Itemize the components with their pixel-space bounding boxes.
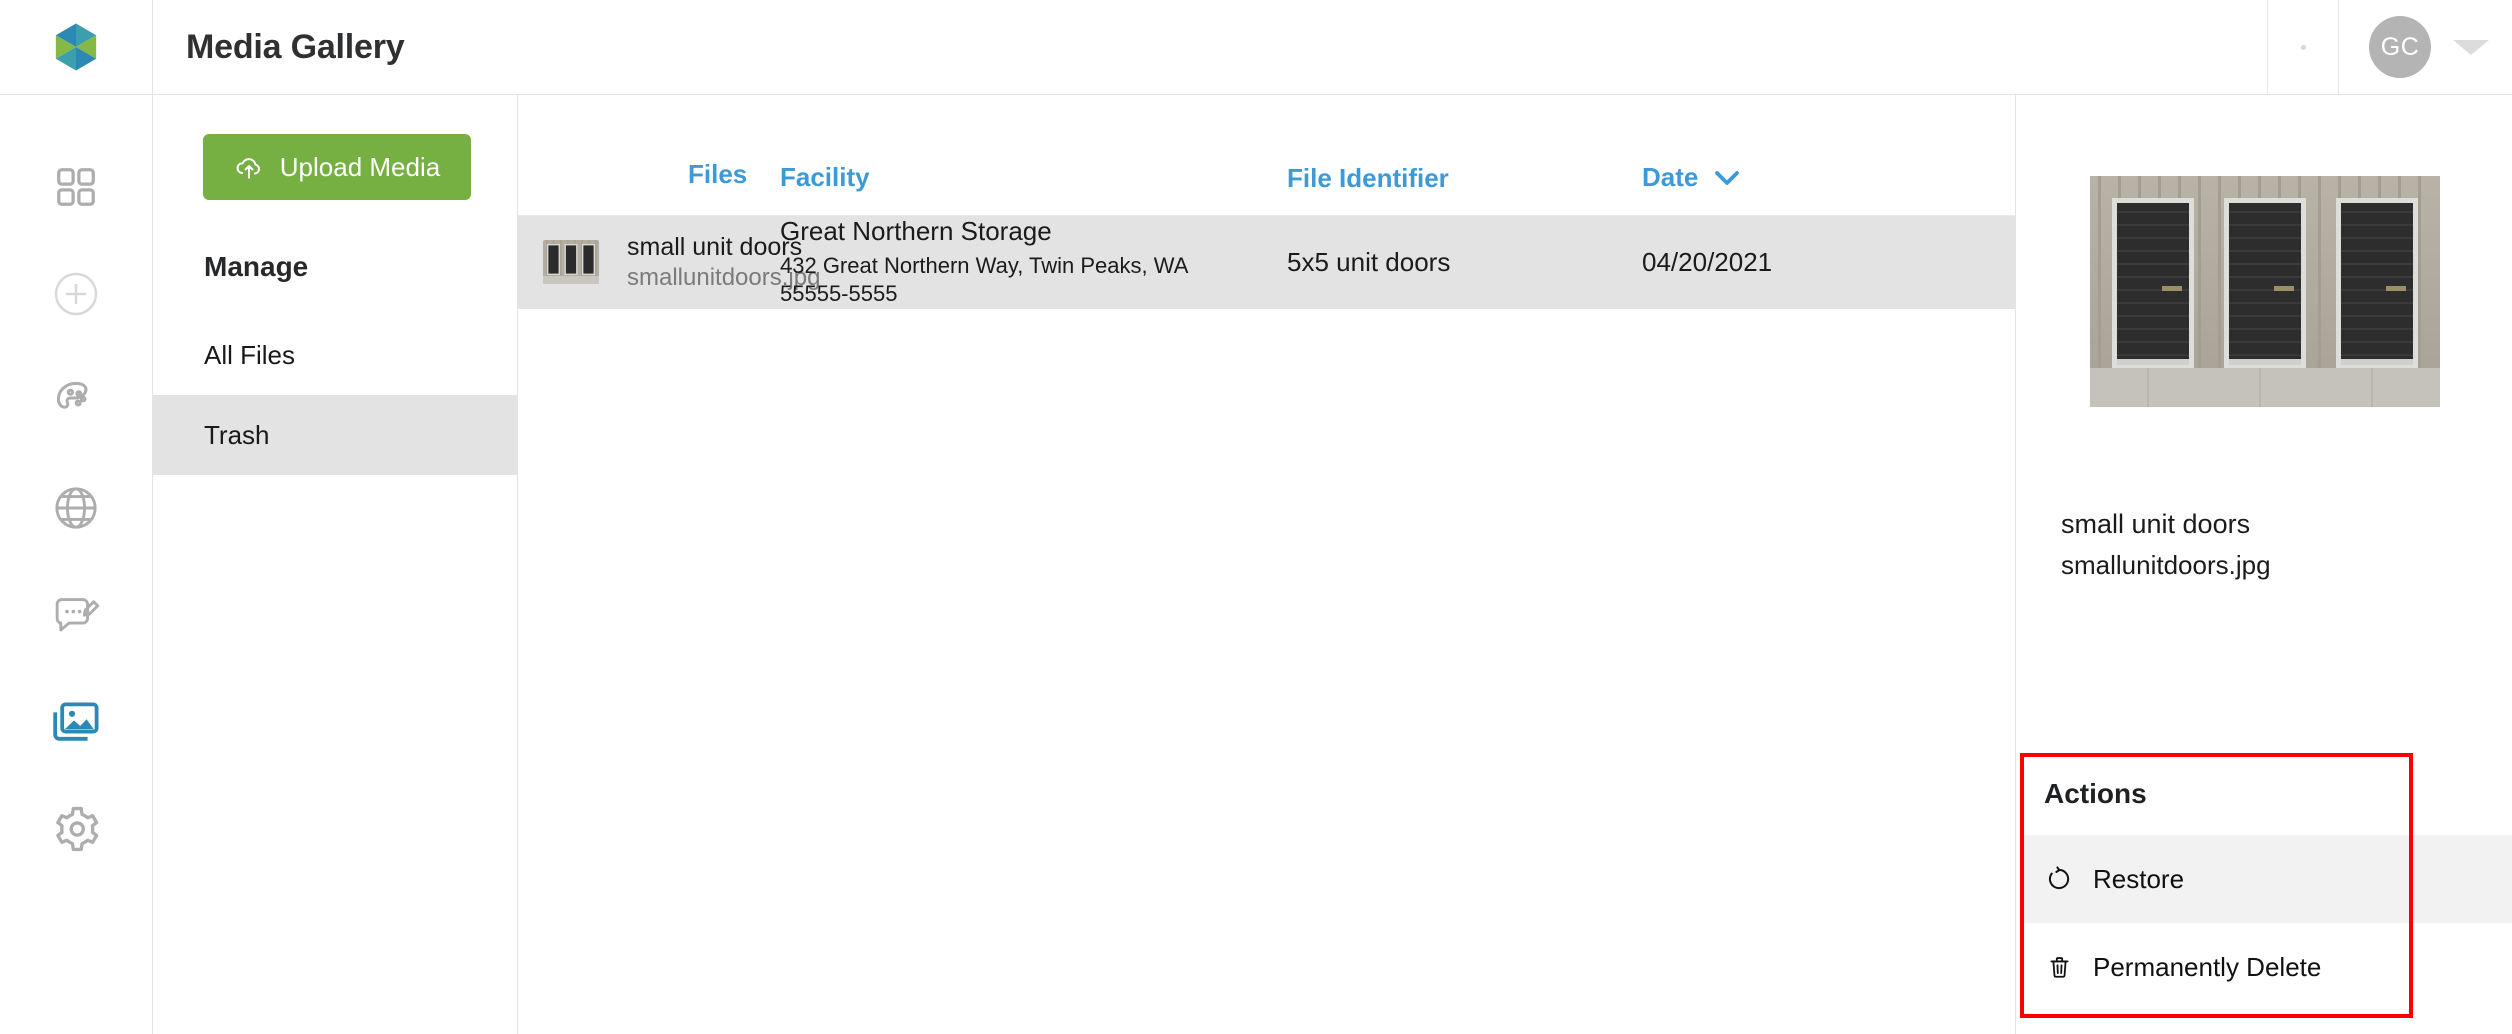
permanently-delete-action[interactable]: Permanently Delete xyxy=(2020,923,2512,1011)
manage-item-label: Trash xyxy=(204,419,270,450)
sidebar-item-website[interactable] xyxy=(0,454,153,561)
sidebar-item-settings[interactable] xyxy=(0,775,153,882)
icon-rail xyxy=(0,95,153,1034)
storage-unit-doors-thumbnail xyxy=(543,240,599,285)
table-header-row: Files Facility File Identifier Date xyxy=(518,95,2015,216)
palette-icon xyxy=(56,381,88,409)
globe-icon xyxy=(55,486,97,529)
column-header-label: Date xyxy=(1642,162,1699,192)
user-menu[interactable]: GC xyxy=(2339,0,2512,94)
sidebar-item-add[interactable] xyxy=(0,240,153,347)
permanently-delete-label: Permanently Delete xyxy=(2093,951,2322,982)
cell-facility: Great Northern Storage 432 Great Norther… xyxy=(780,215,1287,307)
column-header-date[interactable]: Date xyxy=(1642,162,1842,215)
logo-cell[interactable] xyxy=(0,0,153,94)
sidebar-item-dashboard[interactable] xyxy=(0,133,153,240)
sidebar-item-messages[interactable] xyxy=(0,561,153,668)
sidebar-item-branding[interactable] xyxy=(0,347,153,454)
cube-logo-icon xyxy=(55,23,97,71)
upload-media-label: Upload Media xyxy=(279,151,441,182)
storage-unit-doors-preview xyxy=(2089,176,2440,407)
restore-action[interactable]: Restore xyxy=(2020,835,2512,923)
upload-media-button[interactable]: Upload Media xyxy=(203,134,471,200)
trash-icon xyxy=(2044,952,2074,982)
detail-title: small unit doors xyxy=(2061,509,2251,539)
media-gallery-app: Media Gallery GC Upload Media Manage All… xyxy=(0,0,2512,1034)
detail-meta: small unit doors smallunitdoors.jpg xyxy=(2017,439,2512,585)
manage-list: All Files Trash xyxy=(153,315,517,475)
page-title-cell: Media Gallery xyxy=(153,0,2267,94)
detail-filename: smallunitdoors.jpg xyxy=(2061,549,2271,580)
column-header-label: Files xyxy=(688,159,748,189)
manage-panel: Upload Media Manage All Files Trash xyxy=(153,95,518,1034)
manage-item-label: All Files xyxy=(204,339,296,370)
column-header-facility[interactable]: Facility xyxy=(780,162,1287,215)
manage-item-trash[interactable]: Trash xyxy=(153,395,517,475)
column-header-file-identifier[interactable]: File Identifier xyxy=(1287,163,1642,215)
facility-name: Great Northern Storage xyxy=(780,215,1052,246)
table-row[interactable]: small unit doors smallunitdoors.jpg Grea… xyxy=(518,216,2015,309)
sidebar-item-media-gallery[interactable] xyxy=(0,668,153,775)
column-header-label: Facility xyxy=(780,162,870,192)
cloud-upload-icon xyxy=(236,158,260,179)
gear-icon xyxy=(56,806,99,851)
media-gallery-icon xyxy=(53,702,99,741)
cell-date: 04/20/2021 xyxy=(1642,247,1773,277)
actions-heading: Actions xyxy=(2044,778,2147,809)
grid-icon xyxy=(57,167,95,206)
manage-item-all-files[interactable]: All Files xyxy=(153,315,517,395)
column-header-files[interactable]: Files xyxy=(518,159,780,215)
page-title: Media Gallery xyxy=(186,27,405,66)
column-header-label: File Identifier xyxy=(1287,163,1449,193)
manage-heading: Manage xyxy=(204,251,309,282)
restore-label: Restore xyxy=(2093,863,2185,894)
chevron-down-icon[interactable] xyxy=(1712,168,1742,188)
cell-file-identifier: 5x5 unit doors xyxy=(1287,247,1451,277)
topbar-utility-slot xyxy=(2267,0,2339,94)
avatar[interactable]: GC xyxy=(2369,16,2431,78)
facility-address: 432 Great Northern Way, Twin Peaks, WA 5… xyxy=(780,253,1188,306)
cell-files: small unit doors smallunitdoors.jpg xyxy=(518,233,820,292)
restore-icon xyxy=(2044,864,2074,894)
actions-panel: Actions Restore Permanently Delete xyxy=(2020,753,2512,1011)
caret-down-icon[interactable] xyxy=(2453,39,2489,55)
plus-circle-icon xyxy=(54,272,98,315)
top-bar: Media Gallery GC xyxy=(0,0,2512,95)
preview-box xyxy=(2017,144,2512,439)
file-table: Files Facility File Identifier Date smal… xyxy=(518,95,2016,1034)
dot-icon xyxy=(2300,44,2306,50)
chat-edit-icon xyxy=(55,597,100,631)
